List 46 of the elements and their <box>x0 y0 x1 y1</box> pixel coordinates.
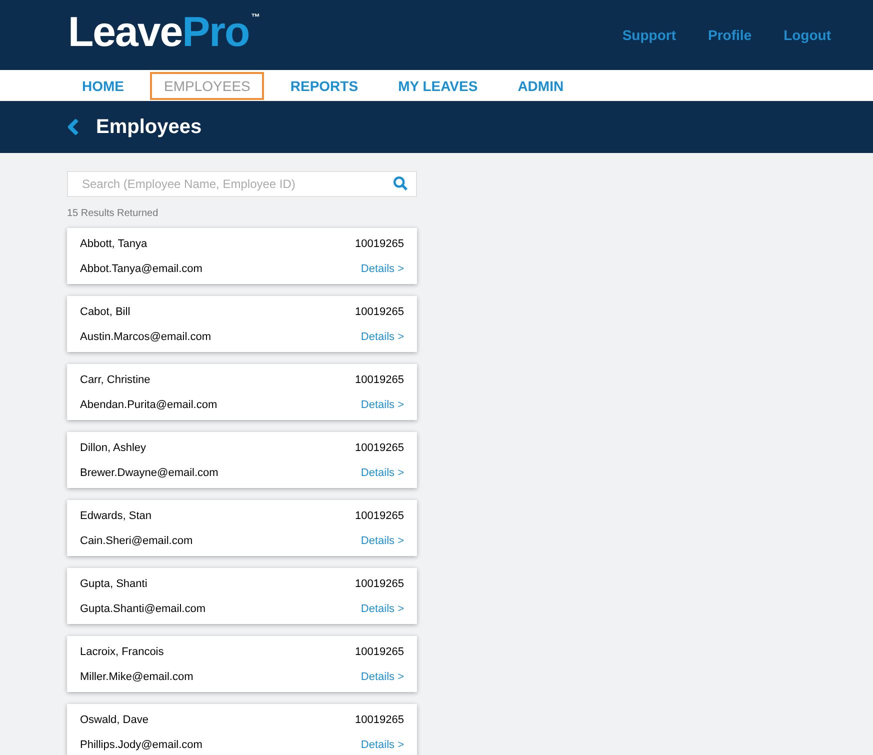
employee-name: Dillon, Ashley <box>80 442 148 455</box>
details-link[interactable]: Details > <box>360 739 404 752</box>
employee-email: Brewer.Dwayne@email.com <box>80 467 220 480</box>
search-icon[interactable] <box>393 176 408 191</box>
details-link[interactable]: Details > <box>360 535 404 548</box>
details-link[interactable]: Details > <box>360 331 404 344</box>
employee-name: Carr, Christine <box>80 374 152 387</box>
results-count: 15 Results Returned <box>67 208 160 219</box>
back-chevron-icon[interactable] <box>68 119 80 135</box>
details-link[interactable]: Details > <box>360 467 404 480</box>
details-link[interactable]: Details > <box>360 671 404 684</box>
employee-id: 10019265 <box>355 510 404 523</box>
page-title: Employees <box>96 116 202 138</box>
nav-tab[interactable]: HOME <box>68 72 138 100</box>
employee-email: Cain.Sheri@email.com <box>80 535 194 548</box>
details-link[interactable]: Details > <box>360 399 404 412</box>
employee-id: 10019265 <box>355 646 404 659</box>
nav-tab[interactable]: MY LEAVES <box>384 72 492 100</box>
employee-email: Abendan.Purita@email.com <box>80 399 218 412</box>
employee-email: Miller.Mike@email.com <box>80 671 194 684</box>
employee-name: Abbott, Tanya <box>80 238 148 251</box>
logo: LeavePro$^{™}$ <box>68 11 260 53</box>
employee-name: Edwards, Stan <box>80 510 153 523</box>
employee-name: Lacroix, Francois <box>80 646 165 659</box>
details-link[interactable]: Details > <box>360 603 404 616</box>
employee-id: 10019265 <box>355 578 404 591</box>
search-field[interactable]: Search (Employee Name, Employee ID) <box>67 171 417 197</box>
employee-id: 10019265 <box>355 714 404 727</box>
header-link[interactable]: Profile <box>708 27 752 43</box>
nav-tab[interactable]: EMPLOYEES <box>150 72 264 100</box>
employee-email: Abbot.Tanya@email.com <box>80 263 204 276</box>
employee-name: Gupta, Shanti <box>80 578 148 591</box>
employee-email: Phillips.Jody@email.com <box>80 739 204 752</box>
header-link[interactable]: Logout <box>784 27 831 43</box>
employee-id: 10019265 <box>355 306 404 319</box>
employee-name: Oswald, Dave <box>80 714 150 727</box>
nav-tab[interactable]: ADMIN <box>504 72 578 100</box>
employee-email: Gupta.Shanti@email.com <box>80 603 207 616</box>
details-link[interactable]: Details > <box>360 263 404 276</box>
employee-id: 10019265 <box>355 238 404 251</box>
employee-email: Austin.Marcos@email.com <box>80 331 212 344</box>
employee-id: 10019265 <box>355 442 404 455</box>
employee-name: Cabot, Bill <box>80 306 132 319</box>
header-link[interactable]: Support <box>622 27 676 43</box>
employee-id: 10019265 <box>355 374 404 387</box>
nav-tab[interactable]: REPORTS <box>276 72 372 100</box>
